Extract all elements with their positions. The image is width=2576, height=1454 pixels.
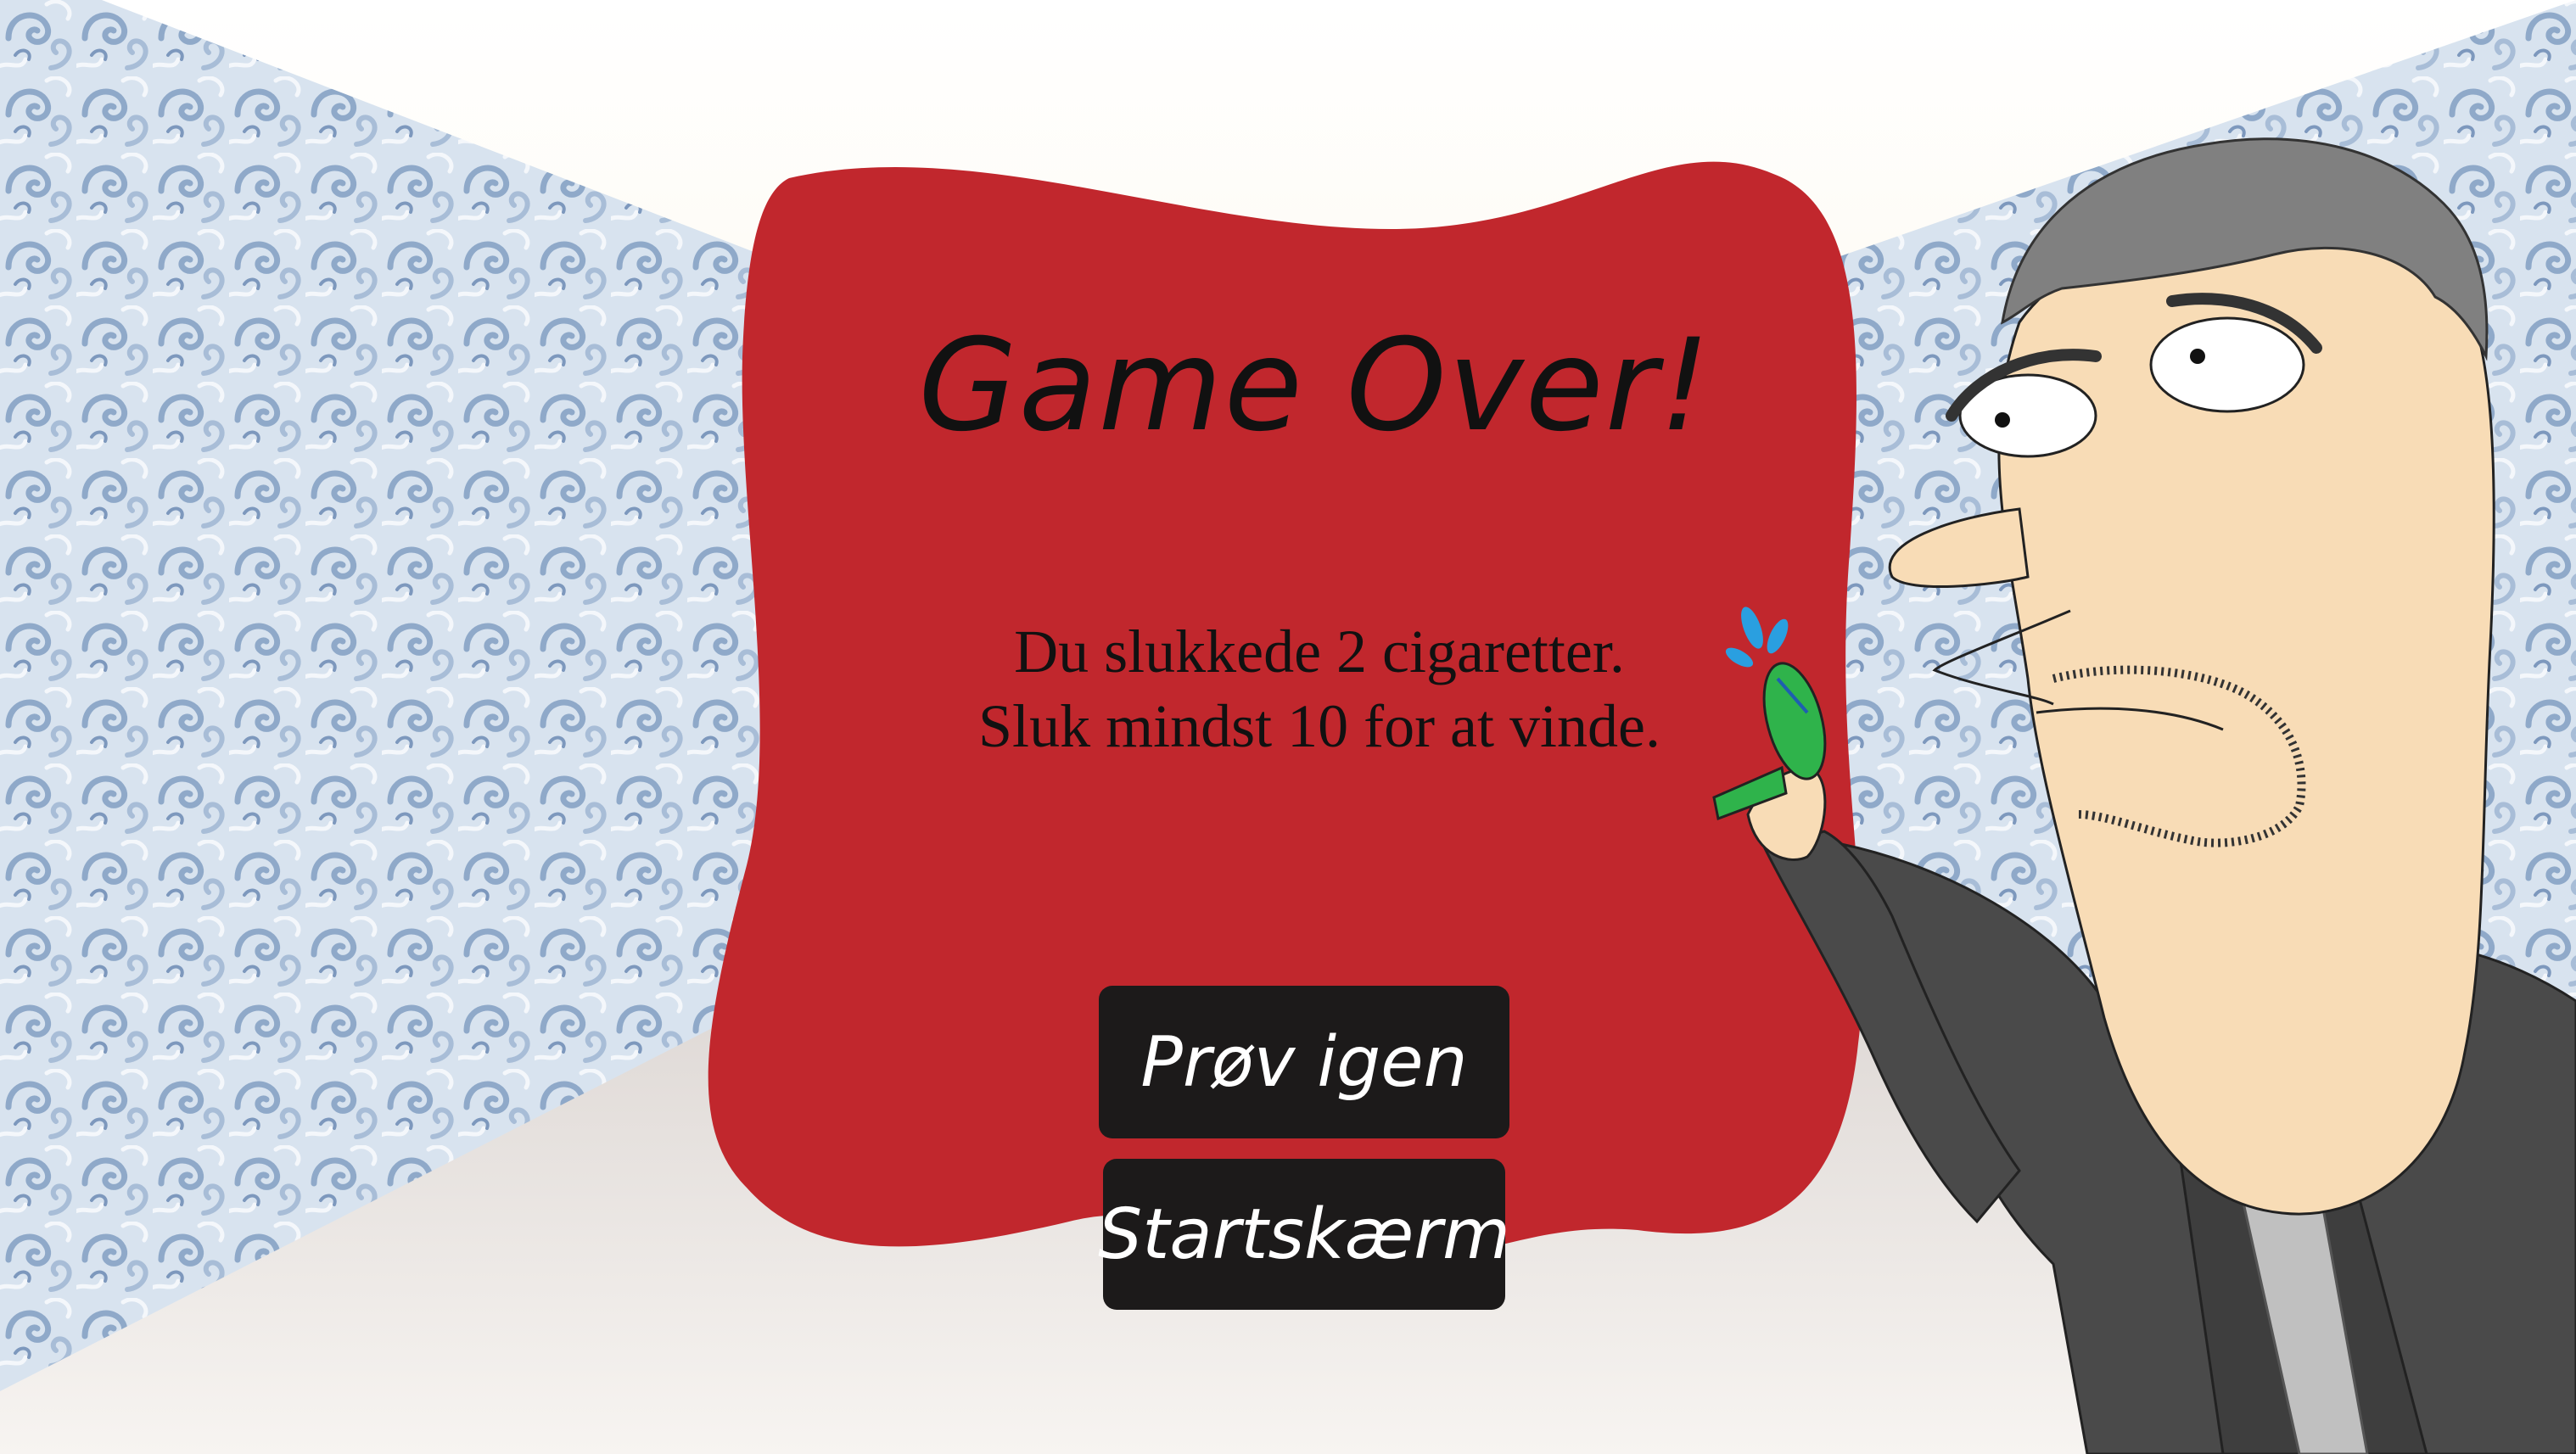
game-over-message: Du slukkede 2 cigaretter. Sluk mindst 10…: [978, 618, 1660, 760]
start-screen-button[interactable]: Startskærm: [1098, 1159, 1510, 1310]
retry-button[interactable]: Prøv igen: [1099, 986, 1509, 1138]
game-over-title: Game Over!: [918, 312, 1712, 460]
start-screen-button-label: Startskærm: [1098, 1194, 1510, 1275]
character-pupil-left: [1995, 412, 2010, 428]
character-pupil-right: [2190, 349, 2205, 364]
character-eye-right: [2149, 316, 2305, 413]
retry-button-label: Prøv igen: [1140, 1021, 1468, 1103]
